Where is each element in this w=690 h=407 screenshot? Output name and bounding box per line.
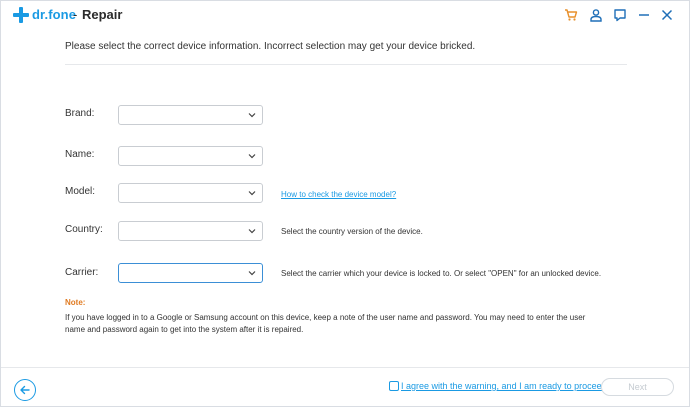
country-select[interactable]	[118, 221, 263, 241]
feedback-icon[interactable]	[611, 6, 629, 24]
module-title: Repair	[82, 7, 123, 22]
carrier-label: Carrier:	[65, 267, 99, 278]
name-label: Name:	[65, 149, 95, 160]
model-select[interactable]	[118, 183, 263, 203]
footer-divider	[1, 367, 689, 368]
model-label: Model:	[65, 186, 96, 197]
check-model-link[interactable]: How to check the device model?	[281, 190, 396, 199]
note-title: Note:	[65, 298, 86, 307]
cart-icon[interactable]	[562, 6, 580, 24]
close-icon[interactable]	[658, 6, 676, 24]
chevron-down-icon	[248, 154, 256, 159]
drfone-logo-icon	[13, 7, 29, 23]
agree-checkbox[interactable]	[389, 381, 399, 391]
brand-select[interactable]	[118, 105, 263, 125]
user-icon[interactable]	[587, 6, 605, 24]
back-button[interactable]	[14, 379, 36, 401]
repair-window: dr.fone - Repair Please select the corre…	[0, 0, 690, 407]
divider	[65, 64, 627, 65]
warning-message: Please select the correct device informa…	[65, 41, 476, 52]
brand-name: dr.fone	[32, 7, 77, 22]
minimize-icon[interactable]	[635, 6, 653, 24]
next-button[interactable]: Next	[601, 378, 674, 396]
title-separator: -	[73, 7, 78, 22]
note-text: If you have logged in to a Google or Sam…	[65, 313, 586, 334]
brand-label: Brand:	[65, 108, 95, 119]
agree-option[interactable]: I agree with the warning, and I am ready…	[389, 381, 609, 391]
chevron-down-icon	[248, 271, 256, 276]
country-hint: Select the country version of the device…	[281, 227, 423, 236]
carrier-select[interactable]	[118, 263, 263, 283]
agree-text[interactable]: I agree with the warning, and I am ready…	[401, 381, 609, 391]
title-bar: dr.fone - Repair	[1, 1, 689, 29]
carrier-hint: Select the carrier which your device is …	[281, 269, 602, 278]
chevron-down-icon	[248, 113, 256, 118]
arrow-left-icon	[20, 385, 30, 395]
chevron-down-icon	[248, 229, 256, 234]
name-select[interactable]	[118, 146, 263, 166]
country-label: Country:	[65, 224, 103, 235]
chevron-down-icon	[248, 191, 256, 196]
